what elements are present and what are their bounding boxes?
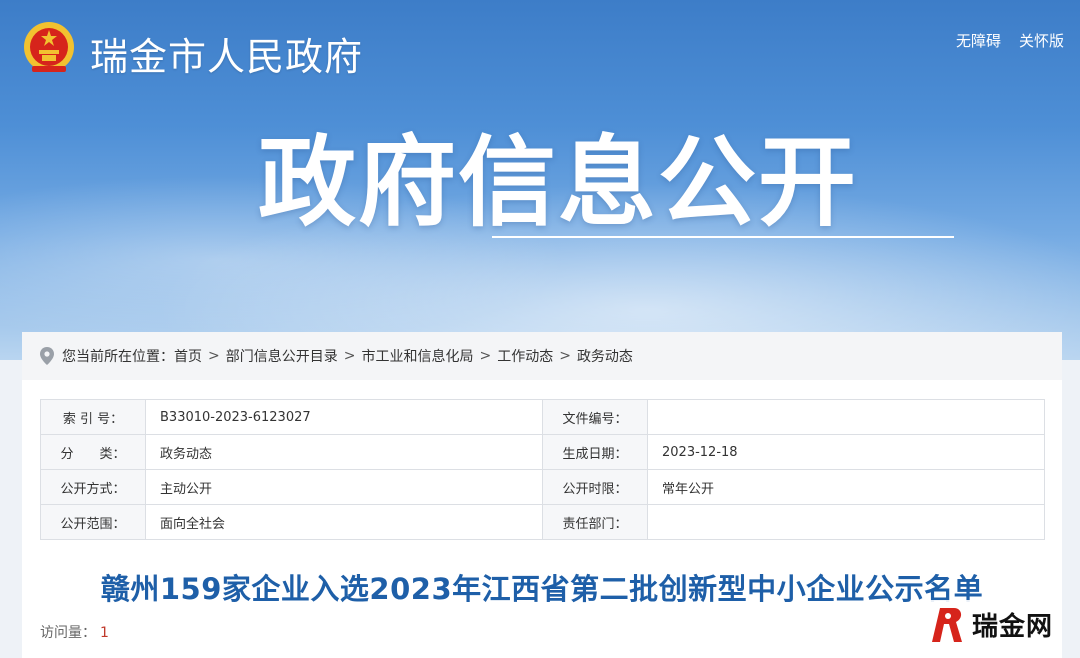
doc-number-value bbox=[647, 399, 1045, 435]
visit-counter: 访问量： 1 bbox=[40, 622, 109, 642]
disclosure-method-value: 主动公开 bbox=[145, 469, 543, 505]
breadcrumb-separator: > bbox=[559, 348, 571, 364]
disclosure-scope-label: 公开范围： bbox=[40, 504, 146, 540]
responsible-dept-value bbox=[647, 504, 1045, 540]
location-pin-icon bbox=[40, 347, 54, 365]
breadcrumb-dept-catalog[interactable]: 部门信息公开目录 bbox=[226, 346, 338, 366]
disclosure-scope-value: 面向全社会 bbox=[145, 504, 543, 540]
table-row: 索 引 号： B33010-2023-6123027 文件编号： bbox=[40, 399, 1045, 435]
header-banner: 瑞金市人民政府 无障碍 关怀版 政府信息公开 bbox=[0, 0, 1080, 360]
visits-count: 1 bbox=[100, 625, 109, 641]
breadcrumb-work-news[interactable]: 工作动态 bbox=[497, 346, 553, 366]
article-title: 赣州159家企业入选2023年江西省第二批创新型中小企业公示名单 bbox=[100, 572, 984, 606]
breadcrumb-gov-news[interactable]: 政务动态 bbox=[577, 346, 633, 366]
visits-label: 访问量： bbox=[40, 625, 96, 641]
breadcrumb-prefix: 您当前所在位置： bbox=[62, 349, 174, 365]
table-row: 分 类： 政务动态 生成日期： 2023-12-18 bbox=[40, 434, 1045, 470]
elderly-mode-link[interactable]: 关怀版 bbox=[1019, 30, 1064, 51]
breadcrumb-home[interactable]: 首页 bbox=[174, 346, 202, 366]
national-emblem-icon bbox=[24, 22, 74, 72]
breadcrumb-separator: > bbox=[343, 348, 356, 364]
index-number-label: 索 引 号： bbox=[40, 399, 146, 435]
breadcrumb: 您当前所在位置： 首页 > 部门信息公开目录 > 市工业和信息化局 > 工作动态… bbox=[22, 332, 1062, 380]
breadcrumb-separator: > bbox=[479, 348, 492, 364]
metadata-table: 索 引 号： B33010-2023-6123027 文件编号： 分 类： 政务… bbox=[40, 399, 1045, 540]
index-number-value: B33010-2023-6123027 bbox=[145, 399, 543, 435]
disclosure-method-label: 公开方式： bbox=[40, 469, 146, 505]
category-label: 分 类： bbox=[40, 434, 146, 470]
accessibility-link[interactable]: 无障碍 bbox=[956, 30, 1001, 51]
breadcrumb-separator: > bbox=[208, 348, 220, 364]
site-title[interactable]: 瑞金市人民政府 bbox=[90, 26, 363, 81]
created-date-value: 2023-12-18 bbox=[647, 434, 1045, 470]
hero-title: 政府信息公开 bbox=[258, 126, 859, 240]
category-value: 政务动态 bbox=[145, 434, 543, 470]
content-card: 您当前所在位置： 首页 > 部门信息公开目录 > 市工业和信息化局 > 工作动态… bbox=[22, 332, 1062, 658]
watermark-text: 瑞金网 bbox=[972, 611, 1054, 642]
hero-underline bbox=[492, 236, 954, 238]
responsible-dept-label: 责任部门： bbox=[542, 504, 648, 540]
watermark: 瑞金网 bbox=[920, 600, 1062, 648]
disclosure-period-label: 公开时限： bbox=[542, 469, 648, 505]
table-row: 公开范围： 面向全社会 责任部门： bbox=[40, 504, 1045, 540]
created-date-label: 生成日期： bbox=[542, 434, 648, 470]
top-links: 无障碍 关怀版 bbox=[956, 30, 1064, 51]
ruijin-logo-icon bbox=[932, 608, 962, 642]
table-row: 公开方式： 主动公开 公开时限： 常年公开 bbox=[40, 469, 1045, 505]
breadcrumb-bureau[interactable]: 市工业和信息化局 bbox=[361, 346, 473, 366]
doc-number-label: 文件编号： bbox=[542, 399, 648, 435]
disclosure-period-value: 常年公开 bbox=[647, 469, 1045, 505]
